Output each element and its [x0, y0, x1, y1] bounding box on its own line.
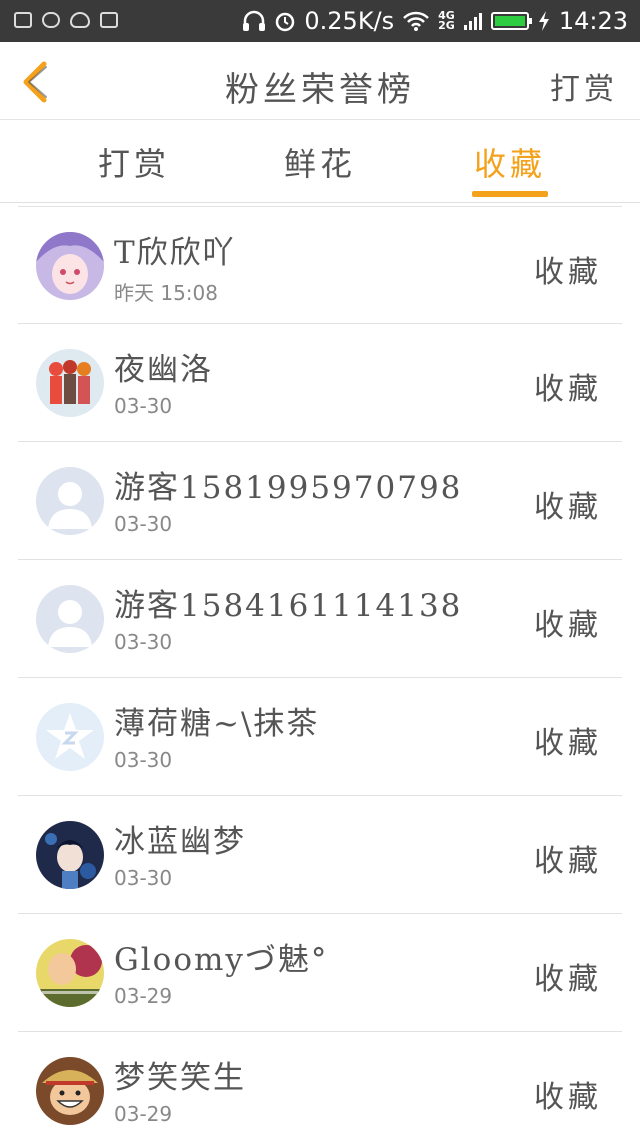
list-item[interactable]: Gloomyづ魅° 03-29 收藏: [18, 914, 622, 1032]
fan-action: 收藏: [534, 490, 602, 525]
list-item[interactable]: 夜幽洛 03-30 收藏: [18, 324, 622, 442]
fan-action: 收藏: [534, 1080, 602, 1115]
network-type-bottom: 2G: [438, 19, 455, 32]
alarm-icon: [276, 12, 295, 32]
fan-name: 梦笑笑生: [114, 1060, 246, 1096]
fan-name: 夜幽洛: [114, 352, 213, 388]
list-item[interactable]: 薄荷糖~\抹茶 03-30 收藏: [18, 678, 622, 796]
fan-action: 收藏: [534, 255, 602, 290]
fan-time: 03-30: [114, 630, 173, 654]
active-tab-indicator: [472, 191, 548, 197]
luffy-avatar-icon: [36, 1057, 104, 1125]
fan-time: 03-29: [114, 984, 173, 1008]
wifi-icon: [403, 11, 430, 31]
fan-name: T欣欣吖: [114, 235, 236, 271]
tab-favorites[interactable]: 收藏: [474, 139, 546, 185]
chat-notification-icon: [42, 12, 60, 28]
signal-icon: [463, 13, 482, 30]
avatar[interactable]: [36, 703, 104, 771]
fan-time: 03-30: [114, 748, 173, 772]
fan-action: 收藏: [534, 962, 602, 997]
avatar[interactable]: [36, 821, 104, 889]
list-item[interactable]: 游客15841611141​38 03-30 收藏: [18, 560, 622, 678]
list-item[interactable]: 梦笑笑生 03-29 收藏: [18, 1032, 622, 1138]
fan-list: T欣欣吖 昨天 15:08 收藏 夜幽洛 03-30 收藏 游客15819959…: [18, 206, 622, 1138]
clock: 14:23: [558, 7, 628, 35]
group-characters-avatar-icon: [36, 349, 104, 417]
avatar[interactable]: [36, 232, 104, 300]
fan-time: 03-30: [114, 512, 173, 536]
list-item[interactable]: T欣欣吖 昨天 15:08 收藏: [18, 206, 622, 324]
notification-icons: [14, 12, 118, 28]
fan-name: 薄荷糖~\抹茶: [114, 706, 320, 742]
fan-name: Gloomyづ魅°: [114, 942, 329, 978]
battery-icon: [490, 12, 532, 30]
list-item[interactable]: 冰蓝幽梦 03-30 收藏: [18, 796, 622, 914]
avatar[interactable]: [36, 585, 104, 653]
avatar[interactable]: [36, 1057, 104, 1125]
headphones-icon: [243, 10, 266, 31]
fan-name: 游客15819959707​98: [114, 470, 463, 506]
fan-action: 收藏: [534, 726, 602, 761]
network-type: 4G 2G: [438, 10, 455, 32]
fan-name: 冰蓝幽梦: [114, 824, 246, 860]
page-title: 粉丝荣誉榜: [225, 70, 415, 110]
yellow-photo-avatar-icon: [36, 939, 104, 1007]
image-notification-icon: [14, 12, 32, 28]
fan-action: 收藏: [534, 608, 602, 643]
cloud-notification-icon: [70, 12, 90, 28]
fan-time: 昨天 15:08: [114, 281, 218, 305]
fan-time: 03-30: [114, 394, 173, 418]
tab-flowers[interactable]: 鲜花: [284, 139, 356, 185]
header-bar: 粉丝荣誉榜 打赏: [0, 42, 640, 120]
network-speed: 0.25K/s: [304, 7, 395, 35]
default-user-avatar-icon: [36, 585, 104, 653]
avatar[interactable]: [36, 939, 104, 1007]
fan-action: 收藏: [534, 844, 602, 879]
list-item[interactable]: 游客15819959707​98 03-30 收藏: [18, 442, 622, 560]
fan-time: 03-30: [114, 866, 173, 890]
ad-notification-icon: [100, 12, 118, 28]
fan-action: 收藏: [534, 372, 602, 407]
tab-reward[interactable]: 打赏: [98, 139, 170, 185]
fan-name: 游客15841611141​38: [114, 588, 463, 624]
qq-star-avatar-icon: [36, 703, 104, 771]
anime-girl-avatar-icon: [36, 232, 104, 300]
avatar[interactable]: [36, 349, 104, 417]
tab-bar: 打赏 鲜花 收藏: [0, 121, 640, 203]
default-user-avatar-icon: [36, 467, 104, 535]
status-bar: 0.25K/s 4G 2G 14:23: [0, 0, 640, 42]
avatar[interactable]: [36, 467, 104, 535]
charging-icon: [538, 11, 549, 31]
fan-time: 03-29: [114, 1102, 173, 1126]
reward-button[interactable]: 打赏: [550, 64, 618, 108]
dark-anime-avatar-icon: [36, 821, 104, 889]
status-indicators: 0.25K/s 4G 2G 14:23: [242, 6, 628, 36]
